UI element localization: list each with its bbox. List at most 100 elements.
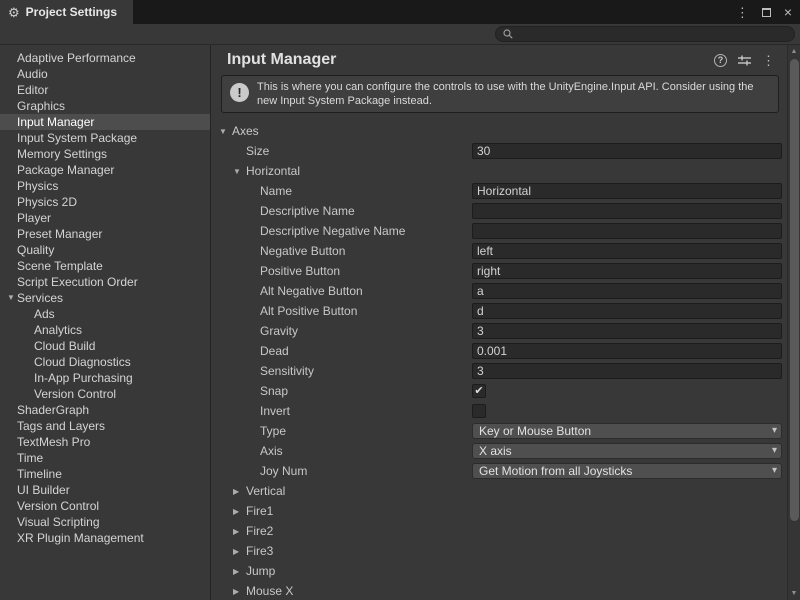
input-sensitivity[interactable] (472, 363, 782, 379)
field-label-size: Size (211, 141, 269, 161)
sidebar-item-package-manager[interactable]: Package Manager (0, 162, 210, 178)
field-value-area (472, 283, 782, 299)
maximize-icon[interactable] (762, 8, 771, 17)
foldout-vertical[interactable]: ▶Vertical (211, 481, 285, 501)
row-joy-num: Joy Num Get Motion from all Joysticks▾ (211, 461, 787, 481)
tab-project-settings[interactable]: ⚙ Project Settings (0, 0, 133, 24)
sidebar-item-preset-manager[interactable]: Preset Manager (0, 226, 210, 242)
foldout-closed-icon[interactable]: ▶ (233, 567, 246, 576)
foldout-open-icon[interactable]: ▼ (5, 290, 17, 306)
field-value-area (472, 303, 782, 319)
input-gravity[interactable] (472, 323, 782, 339)
window-menu-icon[interactable]: ⋮ (736, 6, 749, 19)
input-positive-button[interactable] (472, 263, 782, 279)
sidebar-item-label: Preset Manager (17, 226, 102, 242)
sidebar-item-editor[interactable]: Editor (0, 82, 210, 98)
sidebar-item-version-control[interactable]: Version Control (0, 386, 210, 402)
foldout-mouse-x[interactable]: ▶Mouse X (211, 581, 293, 600)
sidebar-item-memory-settings[interactable]: Memory Settings (0, 146, 210, 162)
toolbar (0, 24, 800, 45)
main-header: Input Manager ? ⋮ (211, 45, 787, 73)
sidebar-item-adaptive-performance[interactable]: Adaptive Performance (0, 50, 210, 66)
sidebar-item-visual-scripting[interactable]: Visual Scripting (0, 514, 210, 530)
dropdown-type[interactable]: Key or Mouse Button▾ (472, 423, 782, 439)
scroll-up-icon[interactable]: ▲ (788, 48, 800, 55)
input-descriptive-negative-name[interactable] (472, 223, 782, 239)
sidebar-item-analytics[interactable]: Analytics (0, 322, 210, 338)
input-negative-button[interactable] (472, 243, 782, 259)
scroll-down-icon[interactable]: ▼ (788, 590, 800, 597)
sidebar-item-graphics[interactable]: Graphics (0, 98, 210, 114)
sidebar-item-player[interactable]: Player (0, 210, 210, 226)
sidebar-item-quality[interactable]: Quality (0, 242, 210, 258)
sidebar-item-label: Ads (34, 306, 55, 322)
sidebar-item-input-manager[interactable]: Input Manager (0, 114, 210, 130)
sidebar-item-script-execution-order[interactable]: Script Execution Order (0, 274, 210, 290)
search-input[interactable] (518, 28, 787, 40)
sidebar-item-input-system-package[interactable]: Input System Package (0, 130, 210, 146)
settings-rows: ▼AxesSize▼HorizontalNameDescriptive Name… (211, 121, 787, 600)
dropdown-axis[interactable]: X axis▾ (472, 443, 782, 459)
checkbox-invert[interactable] (472, 404, 486, 418)
sidebar-item-audio[interactable]: Audio (0, 66, 210, 82)
kebab-menu-icon[interactable]: ⋮ (762, 54, 775, 67)
presets-icon[interactable] (738, 55, 751, 66)
sidebar-item-version-control[interactable]: Version Control (0, 498, 210, 514)
help-icon[interactable]: ? (714, 54, 727, 67)
sidebar-item-physics[interactable]: Physics (0, 178, 210, 194)
foldout-open-icon[interactable]: ▼ (219, 127, 232, 136)
sidebar-item-shadergraph[interactable]: ShaderGraph (0, 402, 210, 418)
foldout-fire3[interactable]: ▶Fire3 (211, 541, 273, 561)
foldout-fire2[interactable]: ▶Fire2 (211, 521, 273, 541)
info-icon: ! (230, 83, 249, 102)
foldout-closed-icon[interactable]: ▶ (233, 587, 246, 596)
input-name[interactable] (472, 183, 782, 199)
field-value-area: Key or Mouse Button▾ (472, 423, 782, 439)
foldout-axes[interactable]: ▼Axes (211, 121, 259, 141)
dropdown-selected-value: Key or Mouse Button (479, 424, 591, 438)
foldout-closed-icon[interactable]: ▶ (233, 487, 246, 496)
foldout-closed-icon[interactable]: ▶ (233, 527, 246, 536)
foldout-closed-icon[interactable]: ▶ (233, 507, 246, 516)
field-label-joy-num: Joy Num (211, 461, 307, 481)
sidebar-item-physics-2d[interactable]: Physics 2D (0, 194, 210, 210)
checkbox-snap[interactable]: ✔ (472, 384, 486, 398)
dropdown-selected-value: X axis (479, 444, 512, 458)
dropdown-joy-num[interactable]: Get Motion from all Joysticks▾ (472, 463, 782, 479)
input-alt-negative-button[interactable] (472, 283, 782, 299)
search-box[interactable] (495, 26, 795, 42)
scrollbar-thumb[interactable] (790, 59, 799, 521)
sidebar-item-in-app-purchasing[interactable]: In-App Purchasing (0, 370, 210, 386)
row-fire1: ▶Fire1 (211, 501, 787, 521)
foldout-open-icon[interactable]: ▼ (233, 167, 246, 176)
project-settings-window: ⚙ Project Settings ⋮ × Adaptive Performa… (0, 0, 800, 600)
foldout-fire1[interactable]: ▶Fire1 (211, 501, 273, 521)
foldout-horizontal[interactable]: ▼Horizontal (211, 161, 300, 181)
sidebar-item-label: XR Plugin Management (17, 530, 144, 546)
sidebar-item-cloud-diagnostics[interactable]: Cloud Diagnostics (0, 354, 210, 370)
foldout-jump[interactable]: ▶Jump (211, 561, 275, 581)
sidebar-item-tags-and-layers[interactable]: Tags and Layers (0, 418, 210, 434)
close-icon[interactable]: × (784, 5, 792, 19)
page-title: Input Manager (227, 51, 714, 69)
row-descriptive-name: Descriptive Name (211, 201, 787, 221)
input-dead[interactable] (472, 343, 782, 359)
field-label-dead: Dead (211, 341, 289, 361)
foldout-closed-icon[interactable]: ▶ (233, 547, 246, 556)
sidebar-item-label: Script Execution Order (17, 274, 138, 290)
input-alt-positive-button[interactable] (472, 303, 782, 319)
sidebar-item-scene-template[interactable]: Scene Template (0, 258, 210, 274)
field-value-area (472, 403, 782, 419)
input-size[interactable] (472, 143, 782, 159)
vertical-scrollbar[interactable]: ▲ ▼ (787, 45, 800, 600)
field-label-name: Name (211, 181, 292, 201)
sidebar-item-timeline[interactable]: Timeline (0, 466, 210, 482)
sidebar-item-xr-plugin-management[interactable]: XR Plugin Management (0, 530, 210, 546)
sidebar-item-time[interactable]: Time (0, 450, 210, 466)
sidebar-item-ui-builder[interactable]: UI Builder (0, 482, 210, 498)
input-descriptive-name[interactable] (472, 203, 782, 219)
sidebar-item-textmesh-pro[interactable]: TextMesh Pro (0, 434, 210, 450)
sidebar-item-services[interactable]: ▼Services (0, 290, 210, 306)
sidebar-item-cloud-build[interactable]: Cloud Build (0, 338, 210, 354)
sidebar-item-ads[interactable]: Ads (0, 306, 210, 322)
